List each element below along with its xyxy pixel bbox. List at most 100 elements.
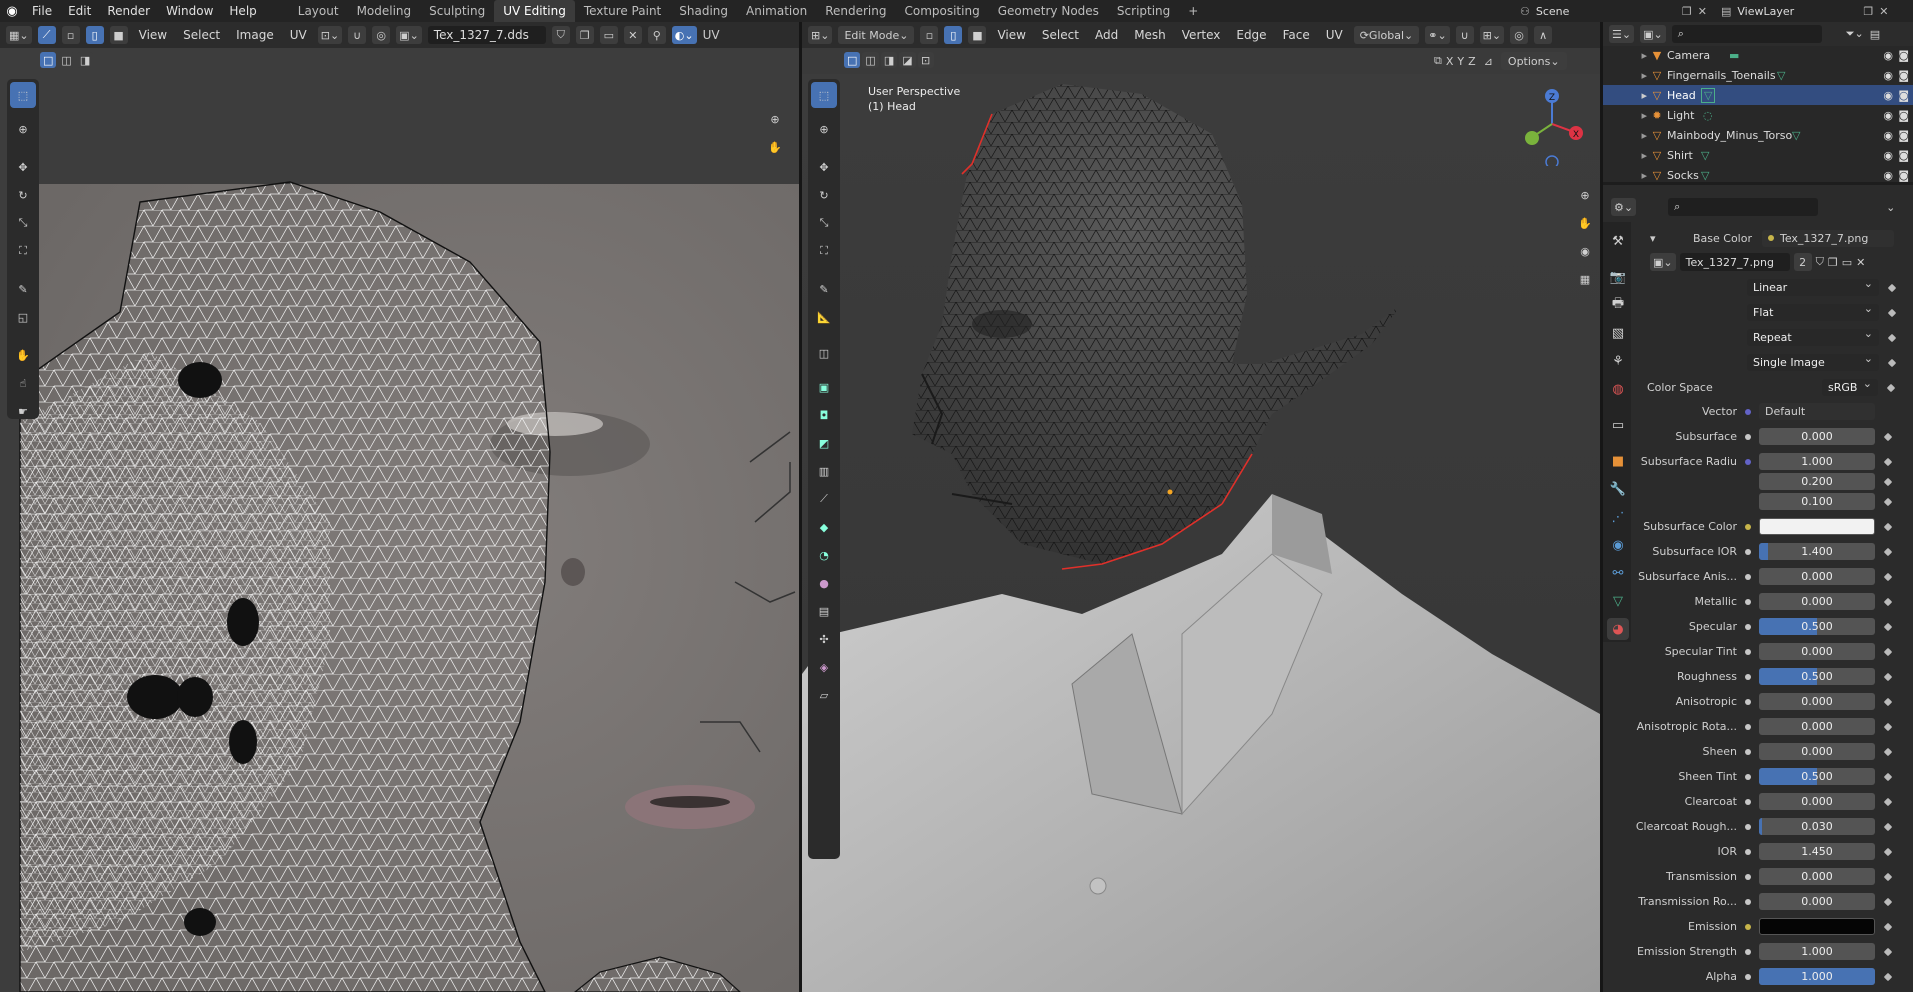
view-layer-icon[interactable]: ▤ — [1721, 5, 1731, 18]
outliner-row-shirt[interactable]: ▸ ▽ Shirt ▽ ◉ ◙ — [1603, 145, 1913, 165]
keyframe-icon[interactable] — [1887, 333, 1897, 342]
physics-tab-icon[interactable]: ◉ — [1607, 534, 1629, 556]
keyframe-icon[interactable] — [1883, 547, 1893, 556]
fake-user-icon[interactable]: ⛉ — [551, 26, 570, 44]
navigation-gizmo[interactable]: Z X — [1510, 82, 1594, 166]
add-workspace-button[interactable]: + — [1179, 0, 1207, 22]
image-browse-button[interactable]: ▣⌄ — [1650, 253, 1676, 271]
menu-render[interactable]: Render — [99, 4, 158, 18]
property-value-field[interactable]: 1.400 — [1759, 543, 1875, 560]
vp-menu-uv[interactable]: UV — [1321, 28, 1348, 42]
pinch-icon[interactable]: ☛ — [10, 398, 36, 424]
tab-shading[interactable]: Shading — [670, 0, 737, 22]
transform-icon[interactable]: ⛶ — [10, 238, 36, 264]
outliner-row-mainbody[interactable]: ▸ ▽ Mainbody_Minus_Torso ▽ ◉ ◙ — [1603, 125, 1913, 145]
render-camera-icon[interactable]: ◙ — [1898, 169, 1909, 182]
property-value-field[interactable]: 1.000 — [1759, 968, 1875, 985]
smooth-icon[interactable]: ● — [811, 570, 837, 596]
keyframe-icon[interactable] — [1883, 872, 1893, 881]
vp-menu-vertex[interactable]: Vertex — [1177, 28, 1226, 42]
add-cube-icon[interactable]: ◫ — [811, 340, 837, 366]
outliner-row-socks[interactable]: ▸ ▽ Socks ▽ ◉ ◙ — [1603, 165, 1913, 182]
uv-menu-select[interactable]: Select — [178, 28, 225, 42]
outliner-row-camera[interactable]: ▸ ▼ Camera ▬ ◉ ◙ — [1603, 45, 1913, 65]
render-tab-icon[interactable]: 📷 — [1607, 266, 1629, 288]
image-fake-user-icon[interactable]: ⛉ — [1816, 255, 1824, 269]
keyframe-icon[interactable] — [1883, 497, 1893, 506]
camera-view-icon[interactable]: ◉ — [1572, 238, 1598, 264]
property-value-field[interactable]: 0.000 — [1759, 718, 1875, 735]
property-value-field[interactable]: 1.000 — [1759, 453, 1875, 470]
tool-tab-icon[interactable]: ⚒ — [1607, 230, 1629, 252]
keyframe-icon[interactable] — [1883, 772, 1893, 781]
keyframe-icon[interactable] — [1883, 697, 1893, 706]
poly-build-icon[interactable]: ◆ — [811, 514, 837, 540]
outliner-row-head[interactable]: ▸ ▽ Head ▽ ◉ ◙ — [1603, 85, 1913, 105]
tab-uv-editing[interactable]: UV Editing — [494, 0, 575, 22]
scene-icon[interactable]: ⚇ — [1520, 5, 1530, 18]
tab-sculpting[interactable]: Sculpting — [420, 0, 494, 22]
property-value-field[interactable]: 0.500 — [1759, 618, 1875, 635]
keyframe-icon[interactable] — [1883, 572, 1893, 581]
grab-icon[interactable]: ✋ — [10, 342, 36, 368]
particles-tab-icon[interactable]: ⋰ — [1607, 506, 1629, 528]
vp-menu-mesh[interactable]: Mesh — [1129, 28, 1171, 42]
collection-tab-icon[interactable]: ▭ — [1607, 414, 1629, 436]
edge-mode-icon[interactable]: ▯ — [944, 26, 963, 44]
close-scene-icon[interactable]: ✕ — [1698, 5, 1707, 18]
display-mode-icon[interactable]: ▣⌄ — [1640, 25, 1666, 43]
properties-options-icon[interactable]: ⌄ — [1886, 201, 1895, 214]
move-icon[interactable]: ✥ — [10, 154, 36, 180]
tab-layout[interactable]: Layout — [289, 0, 348, 22]
mode-select[interactable]: Edit Mode ⌄ — [838, 26, 915, 44]
image-users-count[interactable]: 2 — [1793, 253, 1812, 271]
keyframe-icon[interactable] — [1883, 432, 1893, 441]
property-value-field[interactable]: 0.500 — [1759, 668, 1875, 685]
face-mode-icon[interactable]: ■ — [968, 26, 987, 44]
rip-region-icon[interactable]: ▱ — [811, 682, 837, 708]
uv-menu-view[interactable]: View — [134, 28, 172, 42]
uv-pan-icon[interactable]: ✋ — [762, 134, 788, 160]
face-select-icon[interactable]: ■ — [109, 26, 128, 44]
property-value-field[interactable]: 0.000 — [1759, 643, 1875, 660]
output-tab-icon[interactable]: 🖶 — [1607, 294, 1629, 316]
tab-scripting[interactable]: Scripting — [1108, 0, 1179, 22]
property-value-field[interactable]: 0.100 — [1759, 493, 1875, 510]
keyframe-icon[interactable] — [1883, 622, 1893, 631]
tab-rendering[interactable]: Rendering — [816, 0, 895, 22]
property-value-field[interactable]: 0.030 — [1759, 818, 1875, 835]
color-space-dropdown[interactable]: sRGB — [1822, 375, 1878, 396]
mode-extend-icon[interactable]: ◫ — [862, 52, 879, 68]
rip-icon[interactable]: ◱ — [10, 304, 36, 330]
uv-mode-extend-icon[interactable]: ◫ — [58, 52, 75, 68]
tab-compositing[interactable]: Compositing — [895, 0, 988, 22]
mode-intersect-icon[interactable]: ⊡ — [917, 52, 934, 68]
image-name-field[interactable]: Tex_1327_7.dds — [427, 26, 546, 44]
image-open-icon[interactable]: ▭ — [1842, 256, 1852, 269]
modifier-tab-icon[interactable]: 🔧 — [1607, 478, 1629, 500]
keyframe-icon[interactable] — [1883, 822, 1893, 831]
snap-target-icon[interactable]: ⊞⌄ — [1479, 26, 1505, 44]
viewport-canvas[interactable] — [802, 74, 1600, 992]
visibility-eye-icon[interactable]: ◉ — [1883, 89, 1893, 102]
visibility-eye-icon[interactable]: ◉ — [1883, 109, 1893, 122]
mirror-x[interactable]: X — [1446, 55, 1454, 68]
vp-menu-select[interactable]: Select — [1037, 28, 1084, 42]
cursor-icon[interactable]: ⊕ — [10, 116, 36, 142]
mode-subtract-icon[interactable]: ◨ — [880, 52, 898, 68]
scene-name[interactable]: Scene — [1536, 5, 1676, 18]
vp-menu-view[interactable]: View — [992, 28, 1030, 42]
keyframe-icon[interactable] — [1883, 922, 1893, 931]
tab-texture-paint[interactable]: Texture Paint — [575, 0, 670, 22]
uv-overflow-label[interactable]: UV — [703, 28, 720, 42]
menu-edit[interactable]: Edit — [60, 4, 99, 18]
shrink-fatten-icon[interactable]: ✣ — [811, 626, 837, 652]
copy-layer-icon[interactable]: ❐ — [1863, 5, 1873, 18]
visibility-eye-icon[interactable]: ◉ — [1883, 49, 1893, 62]
property-value-field[interactable]: 0.000 — [1759, 893, 1875, 910]
keyframe-icon[interactable] — [1883, 797, 1893, 806]
image-unlink-icon[interactable]: ✕ — [1856, 256, 1865, 269]
proportional-edit-icon[interactable]: ◎ — [1510, 26, 1529, 44]
new-collection-icon[interactable]: ▤ — [1870, 28, 1880, 41]
visibility-eye-icon[interactable]: ◉ — [1883, 149, 1893, 162]
